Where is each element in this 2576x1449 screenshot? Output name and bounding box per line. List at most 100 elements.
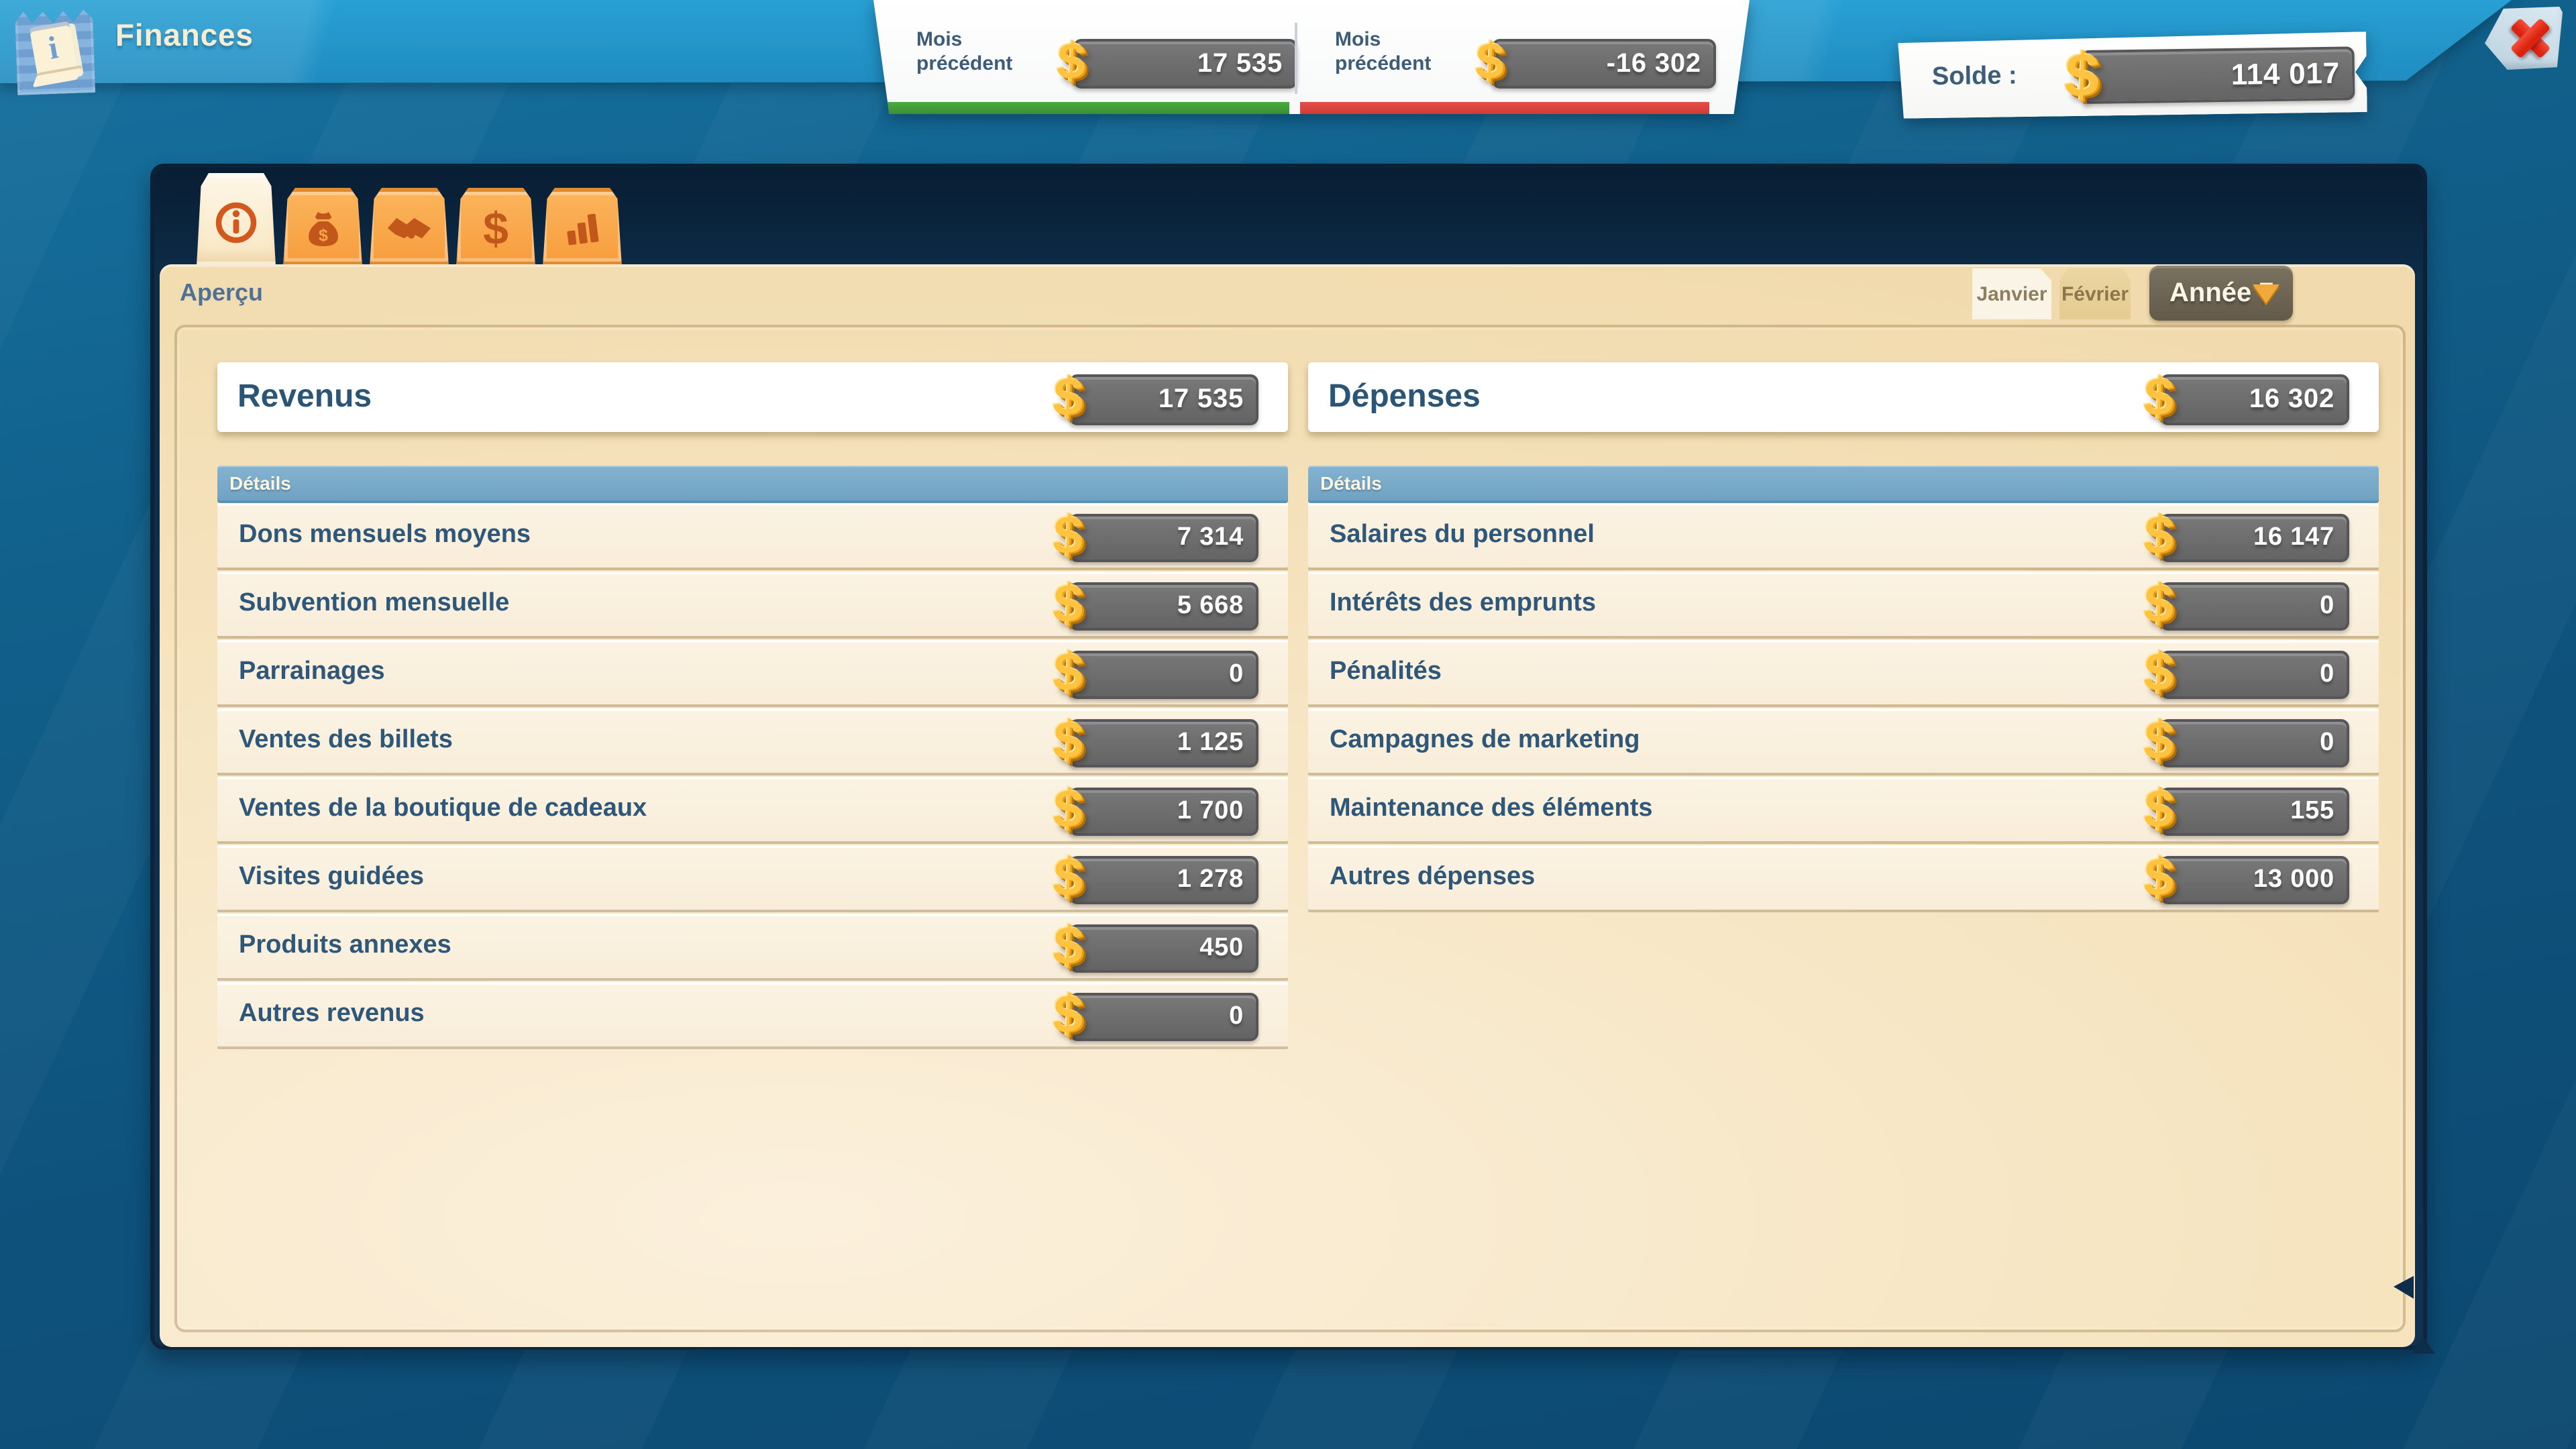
currency-icon: $ <box>1052 714 1085 769</box>
details-label: Détails <box>229 472 291 494</box>
finance-row: Autres dépenses$13 000 <box>1308 845 2379 910</box>
revenues-card: Revenus $ 17 535 <box>217 362 1288 432</box>
money-value: 155 <box>2290 797 2334 826</box>
money-pill: $0 <box>1069 651 1258 699</box>
finance-row-label: Campagnes de marketing <box>1330 726 1640 755</box>
finance-row: Ventes des billets$1 125 <box>217 708 1288 773</box>
svg-text:$: $ <box>318 227 327 246</box>
balance-value: 114 017 <box>2231 56 2340 93</box>
revenues-title: Revenus <box>237 378 372 416</box>
finance-row: Dons mensuels moyens $7 314 <box>217 503 1288 568</box>
finance-row-label: Visites guidées <box>239 863 424 892</box>
overview-panel: Aperçu JanvierFévrier Année 7 Revenus $ … <box>160 264 2415 1347</box>
revenues-total-pill: $ 17 535 <box>1069 374 1258 425</box>
previous-month-summary-panel: Mois précédent $ 17 535 Mois précédent $… <box>873 0 1750 114</box>
tab-sponsorships[interactable] <box>366 188 452 266</box>
tab-loans[interactable]: $ <box>453 188 539 266</box>
handshake-icon <box>386 207 432 253</box>
currency-icon: $ <box>2143 645 2176 700</box>
prev-month-expense-pill: $ -16 302 <box>1492 39 1716 89</box>
money-pill: $450 <box>1069 924 1258 973</box>
money-value: 7 314 <box>1177 523 1244 553</box>
finance-row: Parrainages$0 <box>217 640 1288 704</box>
money-pill: $13 000 <box>2160 856 2349 904</box>
currency-icon: $ <box>2143 851 2176 906</box>
revenues-total-value: 17 535 <box>1159 384 1244 415</box>
finance-row-label: Ventes de la boutique de cadeaux <box>239 794 647 824</box>
finance-row-label: Autres revenus <box>239 1000 425 1029</box>
money-pill: $1 125 <box>1069 719 1258 767</box>
finance-row: Salaires du personnel $16 147 <box>1308 503 2379 568</box>
expense-indicator-bar <box>1300 102 1709 114</box>
balance-pill: $ 114 017 <box>2080 46 2355 104</box>
expenses-card: Dépenses $ 16 302 <box>1308 362 2379 432</box>
currency-icon: $ <box>2143 577 2176 632</box>
tab-history[interactable] <box>539 188 625 266</box>
money-value: 0 <box>2320 729 2334 758</box>
finance-row: Visites guidées $1 278 <box>217 845 1288 910</box>
money-value: 450 <box>1199 934 1244 963</box>
expenses-details-header: Détails <box>1308 466 2379 500</box>
finance-row: Subvention mensuelle$5 668 <box>217 572 1288 636</box>
money-value: 1 278 <box>1177 865 1244 895</box>
prev-month-income-value: 17 535 <box>1197 48 1283 79</box>
money-pill: $16 147 <box>2160 514 2349 562</box>
money-value: 1 700 <box>1177 797 1244 826</box>
prev-month-expense-value: -16 302 <box>1607 48 1701 79</box>
money-value: 0 <box>1229 1002 1244 1032</box>
money-pill: $0 <box>2160 651 2349 699</box>
money-pill: $7 314 <box>1069 514 1258 562</box>
currency-icon: $ <box>2063 43 2100 107</box>
finance-row: Intérêts des emprunts $0 <box>1308 572 2379 636</box>
money-pill: $155 <box>2160 788 2349 836</box>
finance-row-label: Dons mensuels moyens <box>239 521 531 550</box>
finance-row-label: Subvention mensuelle <box>239 589 509 619</box>
currency-icon: $ <box>2143 370 2176 425</box>
bar-chart-icon <box>559 207 605 253</box>
money-pill: $0 <box>2160 582 2349 631</box>
balance-panel: Solde : $ 114 017 <box>1898 32 2367 119</box>
currency-icon: $ <box>1052 851 1085 906</box>
finance-row-label: Maintenance des éléments <box>1330 794 1653 824</box>
info-icon <box>213 201 259 246</box>
finance-row: Produits annexes$450 <box>217 914 1288 978</box>
currency-icon: $ <box>1056 36 1087 87</box>
currency-icon: $ <box>1474 36 1505 87</box>
tab-donations[interactable]: $ <box>280 188 366 266</box>
tab-overview[interactable] <box>193 173 279 266</box>
money-bag-icon: $ <box>300 207 345 253</box>
expenses-list: Salaires du personnel $16 147 Intérêts des… <box>1308 503 2379 914</box>
dollar-icon: $ <box>473 207 519 253</box>
revenues-details-header: Détails <box>217 466 1288 500</box>
money-value: 0 <box>1229 660 1244 690</box>
expenses-column: Dépenses $ 16 302 Détails Salaires du pe… <box>1308 264 2379 1347</box>
finance-row-label: Salaires du personnel <box>1330 521 1595 550</box>
money-value: 0 <box>2320 592 2334 621</box>
finance-row: Ventes de la boutique de cadeaux $1 700 <box>217 777 1288 841</box>
cursor-arrow <box>2394 1276 2414 1299</box>
currency-icon: $ <box>2143 508 2176 564</box>
expenses-total-pill: $ 16 302 <box>2160 374 2349 425</box>
revenues-column: Revenus $ 17 535 Détails Dons mensuels m… <box>217 264 1288 1347</box>
finance-row-label: Pénalités <box>1330 657 1442 687</box>
currency-icon: $ <box>1052 919 1085 974</box>
expenses-total-value: 16 302 <box>2249 384 2334 415</box>
money-pill: $1 700 <box>1069 788 1258 836</box>
money-value: 0 <box>2320 660 2334 690</box>
currency-icon: $ <box>2143 714 2176 769</box>
income-indicator-bar <box>885 102 1289 114</box>
prev-month-expense-label: Mois précédent <box>1335 28 1483 76</box>
finance-row: Pénalités $0 <box>1308 640 2379 704</box>
finance-row: Campagnes de marketing $0 <box>1308 708 2379 773</box>
cursor-arrow <box>2411 1336 2435 1354</box>
prev-month-income-pill: $ 17 535 <box>1073 39 1297 89</box>
money-value: 13 000 <box>2253 865 2334 895</box>
currency-icon: $ <box>1052 645 1085 700</box>
currency-icon: $ <box>1052 370 1085 425</box>
money-value: 5 668 <box>1177 592 1244 621</box>
finance-row-label: Intérêts des emprunts <box>1330 589 1596 619</box>
finances-window: i Finances Mois précédent $ 17 535 Mois … <box>0 0 2576 1449</box>
balance-label: Solde : <box>1932 62 2017 93</box>
finance-row: Autres revenus$0 <box>217 982 1288 1046</box>
revenues-list: Dons mensuels moyens $7 314 Subvention men… <box>217 503 1288 1051</box>
